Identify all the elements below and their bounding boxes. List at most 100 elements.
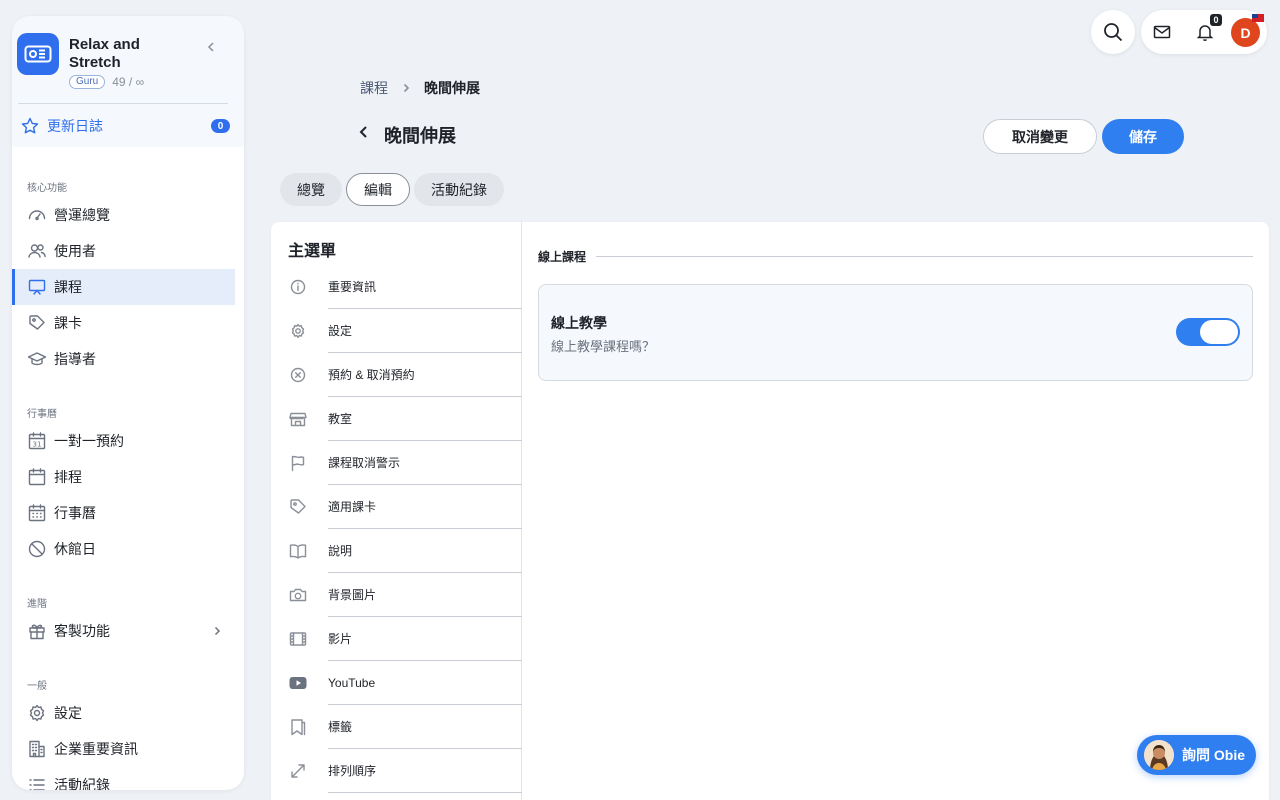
- camera-icon: [288, 585, 308, 605]
- calendar-31-icon: 31: [27, 431, 47, 451]
- gear-icon: [27, 703, 47, 723]
- bookmark-icon: [288, 717, 308, 737]
- svg-text:31: 31: [33, 441, 42, 449]
- sidebar-item-company-info[interactable]: 企業重要資訊: [12, 731, 235, 767]
- menu-item-classroom[interactable]: 教室: [288, 397, 522, 441]
- org-meta: Guru 49 / ∞: [69, 75, 144, 89]
- sidebar-item-closed-days[interactable]: 休館日: [12, 531, 235, 567]
- breadcrumb-current: 晚間伸展: [424, 80, 480, 96]
- list-icon: [27, 775, 47, 790]
- sidebar-item-schedule[interactable]: 排程: [12, 459, 235, 495]
- assistant-avatar-icon: [1144, 740, 1174, 770]
- sidebar-item-users[interactable]: 使用者: [12, 233, 235, 269]
- tag-icon: [27, 313, 47, 333]
- menu-item-sort-order[interactable]: 排列順序: [288, 749, 522, 793]
- main-menu-title: 主選單: [288, 243, 337, 260]
- info-icon: [288, 277, 308, 297]
- mail-button[interactable]: [1151, 21, 1173, 43]
- cancel-changes-button[interactable]: 取消變更: [983, 119, 1097, 154]
- star-icon: [20, 116, 40, 136]
- section-title-advanced: 進階: [27, 599, 47, 610]
- search-button[interactable]: [1091, 10, 1135, 54]
- notification-count-badge: 0: [1210, 14, 1222, 26]
- menu-item-applicable-passes[interactable]: 適用課卡: [288, 485, 522, 529]
- sidebar-item-label: 使用者: [54, 243, 96, 259]
- calendar-grid-icon: [27, 503, 47, 523]
- tag-icon: [288, 497, 308, 517]
- youtube-icon: [288, 673, 308, 693]
- presentation-icon: [27, 277, 47, 297]
- sidebar-item-label: 設定: [54, 705, 82, 721]
- sidebar-item-label: 行事曆: [54, 505, 96, 521]
- section-title-core: 核心功能: [27, 183, 67, 194]
- sidebar-item-custom-features[interactable]: 客製功能: [12, 613, 235, 649]
- sidebar-item-instructors[interactable]: 指導者: [12, 341, 235, 377]
- menu-item-cancel-alert[interactable]: 課程取消警示: [288, 441, 522, 485]
- sidebar-item-label: 營運總覽: [54, 207, 110, 223]
- section-header: 線上課程: [538, 248, 1253, 265]
- page-title: 晚間伸展: [384, 126, 456, 146]
- sidebar-item-dashboard[interactable]: 營運總覽: [12, 197, 235, 233]
- menu-item-label: YouTube: [328, 661, 522, 705]
- breadcrumb-parent-link[interactable]: 課程: [360, 78, 388, 98]
- menu-item-booking[interactable]: 預約 & 取消預約: [288, 353, 522, 397]
- plan-badge: Guru: [69, 75, 106, 89]
- divider: [18, 103, 228, 104]
- sidebar-item-label: 一對一預約: [54, 433, 124, 449]
- org-logo-icon[interactable]: [17, 33, 59, 75]
- org-header: Relax and Stretch Guru 49 / ∞ 更新日誌 0: [12, 16, 244, 147]
- sidebar-item-calendar[interactable]: 行事曆: [12, 495, 235, 531]
- online-teaching-setting: 線上教學 線上教學課程嗎？: [538, 284, 1253, 381]
- flag-icon[interactable]: [1252, 14, 1264, 22]
- film-icon: [288, 629, 308, 649]
- collapse-sidebar-button[interactable]: [204, 40, 218, 54]
- menu-item-key-info[interactable]: 重要資訊: [288, 265, 522, 309]
- breadcrumb: 課程 晚間伸展: [360, 78, 480, 98]
- menu-item-label: 排列順序: [328, 749, 522, 793]
- tab-overview[interactable]: 總覽: [280, 173, 342, 206]
- changelog-link[interactable]: 更新日誌 0: [20, 115, 230, 137]
- menu-item-description[interactable]: 說明: [288, 529, 522, 573]
- menu-item-youtube[interactable]: YouTube: [288, 661, 522, 705]
- menu-item-label: 說明: [328, 529, 522, 573]
- setting-description: 線上教學課程嗎？: [551, 339, 656, 354]
- menu-item-label: 適用課卡: [328, 485, 522, 529]
- gift-icon: [27, 621, 47, 641]
- sidebar-item-courses[interactable]: 課程: [12, 269, 235, 305]
- online-teaching-toggle[interactable]: [1176, 318, 1240, 346]
- org-name: Relax and Stretch: [69, 36, 140, 71]
- mail-icon: [1151, 21, 1173, 43]
- sidebar: Relax and Stretch Guru 49 / ∞ 更新日誌 0 核心功…: [12, 16, 244, 790]
- user-avatar[interactable]: D: [1231, 18, 1260, 47]
- divider: [596, 256, 1253, 257]
- menu-item-background-image[interactable]: 背景圖片: [288, 573, 522, 617]
- sidebar-item-activity-log[interactable]: 活動紀錄: [12, 767, 235, 790]
- menu-item-label: 課程取消警示: [328, 441, 522, 485]
- menu-item-label: 影片: [328, 617, 522, 661]
- toggle-knob: [1200, 320, 1238, 344]
- section-title-calendar: 行事曆: [27, 409, 57, 420]
- sidebar-item-passes[interactable]: 課卡: [12, 305, 235, 341]
- menu-item-video[interactable]: 影片: [288, 617, 522, 661]
- user-toolbar: 0 D: [1141, 10, 1267, 54]
- setting-name: 線上教學: [551, 315, 607, 331]
- store-icon: [288, 409, 308, 429]
- sidebar-item-label: 休館日: [54, 541, 96, 557]
- edit-card: 主選單 重要資訊 設定 預約 & 取消預約 教室 課程取消警示 適用課卡 說明: [271, 222, 1269, 800]
- sidebar-item-settings[interactable]: 設定: [12, 695, 235, 731]
- sidebar-item-private-booking[interactable]: 31 一對一預約: [12, 423, 235, 459]
- menu-item-tags[interactable]: 標籤: [288, 705, 522, 749]
- dashboard-icon: [27, 205, 47, 225]
- back-button[interactable]: [354, 122, 374, 142]
- changelog-label: 更新日誌: [47, 118, 103, 134]
- menu-item-label: 預約 & 取消預約: [328, 353, 522, 397]
- users-icon: [27, 241, 47, 261]
- tab-edit[interactable]: 編輯: [346, 173, 410, 206]
- sidebar-item-label: 課程: [54, 279, 82, 295]
- ask-obie-button[interactable]: 詢問 Obie: [1137, 735, 1256, 775]
- sidebar-item-label: 排程: [54, 469, 82, 485]
- save-button[interactable]: 儲存: [1102, 119, 1184, 154]
- menu-item-settings[interactable]: 設定: [288, 309, 522, 353]
- tab-activity-log[interactable]: 活動紀錄: [414, 173, 504, 206]
- section-title: 線上課程: [538, 250, 587, 264]
